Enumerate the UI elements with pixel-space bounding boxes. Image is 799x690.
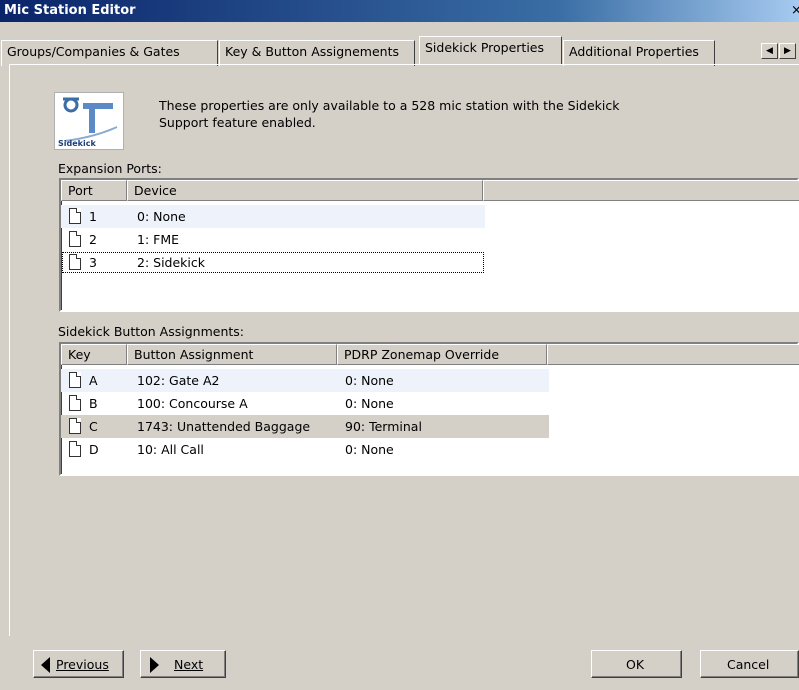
key-letter: D bbox=[89, 442, 99, 457]
button-bar: Previous Next OK Cancel bbox=[0, 640, 799, 690]
document-icon bbox=[69, 418, 81, 434]
port-number: 3 bbox=[89, 255, 97, 270]
tab-groups-companies-gates[interactable]: Groups/Companies & Gates bbox=[1, 40, 218, 66]
key-letter: B bbox=[89, 396, 98, 411]
column-header-key[interactable]: Key bbox=[61, 344, 127, 365]
tab-label: Key & Button Assignements bbox=[225, 44, 399, 59]
zonemap-override: 90: Terminal bbox=[345, 419, 422, 434]
tab-strip: Groups/Companies & Gates Key & Button As… bbox=[0, 36, 799, 66]
cancel-button[interactable]: Cancel bbox=[700, 650, 799, 678]
tab-additional-properties[interactable]: Additional Properties bbox=[563, 40, 715, 66]
info-description: These properties are only available to a… bbox=[159, 97, 719, 131]
column-header-pdrp-zonemap-override[interactable]: PDRP Zonemap Override bbox=[337, 344, 547, 365]
title-bar: Mic Station Editor × bbox=[0, 0, 799, 22]
port-device: 2: Sidekick bbox=[137, 255, 205, 270]
sidekick-buttons-list[interactable]: Key Button Assignment PDRP Zonemap Overr… bbox=[59, 342, 799, 476]
column-header-device[interactable]: Device bbox=[127, 180, 483, 201]
column-header-port[interactable]: Port bbox=[61, 180, 127, 201]
close-icon[interactable]: × bbox=[791, 3, 799, 18]
previous-button-label: Previous bbox=[56, 657, 109, 672]
button-assignment: 102: Gate A2 bbox=[137, 373, 220, 388]
tab-sidekick-properties[interactable]: Sidekick Properties bbox=[419, 36, 562, 64]
info-line-2: Support feature enabled. bbox=[159, 115, 316, 130]
zonemap-override: 0: None bbox=[345, 442, 394, 457]
document-icon bbox=[69, 231, 81, 247]
tab-label: Sidekick Properties bbox=[425, 40, 545, 55]
sidekick-buttons-label: Sidekick Button Assignments: bbox=[58, 324, 244, 339]
button-assignment: 100: Concourse A bbox=[137, 396, 248, 411]
ok-button[interactable]: OK bbox=[591, 650, 682, 678]
tab-key-button-assignments[interactable]: Key & Button Assignements bbox=[219, 40, 415, 66]
scroll-right-icon[interactable]: ▶ bbox=[779, 43, 796, 59]
next-arrow-icon bbox=[150, 657, 159, 673]
column-header-filler bbox=[547, 344, 799, 365]
port-row[interactable]: 2 1: FME bbox=[61, 228, 485, 251]
logo-text: Sidekick bbox=[58, 139, 96, 148]
ok-button-label: OK bbox=[626, 657, 645, 672]
tab-label: Additional Properties bbox=[569, 44, 699, 59]
document-icon bbox=[69, 254, 81, 270]
previous-arrow-icon bbox=[41, 657, 50, 673]
port-row-focused[interactable]: 3 2: Sidekick bbox=[61, 251, 485, 274]
next-button-label: Next bbox=[174, 657, 204, 672]
document-icon bbox=[69, 395, 81, 411]
sidekick-logo-icon: Sidekick bbox=[54, 92, 124, 150]
column-header-filler bbox=[483, 180, 799, 201]
button-assignment: 1743: Unattended Baggage bbox=[137, 419, 311, 434]
port-device: 1: FME bbox=[137, 232, 180, 247]
scroll-left-icon[interactable]: ◀ bbox=[761, 43, 778, 59]
key-letter: A bbox=[89, 373, 98, 388]
document-icon bbox=[69, 208, 81, 224]
next-button[interactable]: Next bbox=[140, 650, 226, 678]
key-letter: C bbox=[89, 419, 98, 434]
zonemap-override: 0: None bbox=[345, 396, 394, 411]
document-icon bbox=[69, 441, 81, 457]
tab-label: Groups/Companies & Gates bbox=[7, 44, 180, 59]
button-row[interactable]: D 10: All Call 0: None bbox=[61, 438, 549, 461]
previous-button[interactable]: Previous bbox=[33, 650, 124, 678]
document-icon bbox=[69, 372, 81, 388]
cancel-button-label: Cancel bbox=[727, 657, 770, 672]
button-row[interactable]: A 102: Gate A2 0: None bbox=[61, 369, 549, 392]
expansion-ports-list[interactable]: Port Device 1 0: None 2 1: FME 3 2: Side… bbox=[59, 178, 799, 312]
expansion-ports-label: Expansion Ports: bbox=[58, 161, 162, 176]
window-title: Mic Station Editor bbox=[4, 3, 136, 18]
button-row-selected[interactable]: C 1743: Unattended Baggage 90: Terminal bbox=[61, 415, 549, 438]
button-row[interactable]: B 100: Concourse A 0: None bbox=[61, 392, 549, 415]
port-device: 0: None bbox=[137, 209, 186, 224]
button-assignment: 10: All Call bbox=[137, 442, 204, 457]
port-row[interactable]: 1 0: None bbox=[61, 205, 485, 228]
column-header-button-assignment[interactable]: Button Assignment bbox=[127, 344, 337, 365]
port-number: 1 bbox=[89, 209, 97, 224]
zonemap-override: 0: None bbox=[345, 373, 394, 388]
info-line-1: These properties are only available to a… bbox=[159, 98, 620, 113]
port-number: 2 bbox=[89, 232, 97, 247]
